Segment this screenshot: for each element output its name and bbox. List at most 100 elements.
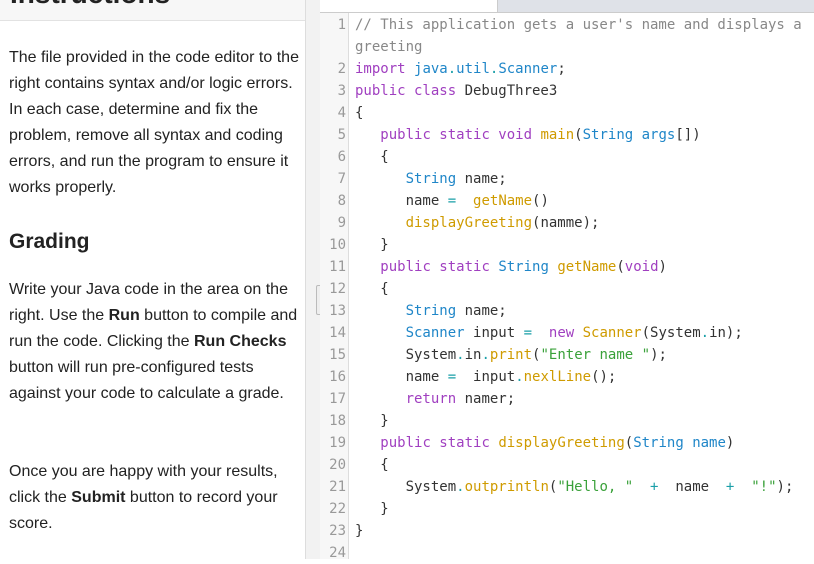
editor-tab[interactable]	[320, 0, 498, 12]
code-line[interactable]: 23}	[320, 520, 814, 542]
grading-title: Grading	[9, 230, 90, 253]
line-number: 11	[329, 259, 346, 275]
code-token: ()	[532, 193, 549, 209]
code-line[interactable]: 15 System.in.print("Enter name ");	[320, 344, 814, 366]
line-number: 20	[329, 457, 346, 473]
code-text: displayGreeting(namme);	[348, 212, 805, 234]
instructions-header: Instructions	[0, 0, 305, 21]
code-line[interactable]: 22 }	[320, 498, 814, 520]
code-line[interactable]: 7 String name;	[320, 168, 814, 190]
line-number: 2	[337, 61, 346, 77]
code-line[interactable]: 20 {	[320, 454, 814, 476]
code-text: // This application gets a user's name a…	[348, 14, 805, 58]
code-token: "!"	[751, 479, 777, 495]
code-token: }	[355, 501, 389, 517]
code-token: main	[540, 127, 575, 143]
code-token: String	[582, 127, 642, 143]
code-line[interactable]: 1// This application gets a user's name …	[320, 14, 814, 58]
code-token: (namme);	[532, 215, 600, 231]
code-text: name = input.nexlLine();	[348, 366, 805, 388]
code-token: name;	[464, 303, 507, 319]
code-line[interactable]: 6 {	[320, 146, 814, 168]
code-token: getName	[557, 259, 617, 275]
code-line[interactable]: 17 return namer;	[320, 388, 814, 410]
code-line[interactable]: 12 {	[320, 278, 814, 300]
code-text: String name;	[348, 168, 805, 190]
code-line[interactable]: 14 Scanner input = new Scanner(System.in…	[320, 322, 814, 344]
code-line[interactable]: 4{	[320, 102, 814, 124]
code-token: }	[355, 413, 389, 429]
code-token: String	[498, 259, 558, 275]
line-number: 19	[329, 435, 346, 451]
code-token: "Hello, "	[557, 479, 634, 495]
code-token: .	[447, 61, 457, 77]
code-line[interactable]: 3 public class DebugThree3	[320, 80, 814, 102]
code-line[interactable]: 10 }	[320, 234, 814, 256]
code-token: {	[355, 281, 389, 297]
code-token: {	[355, 149, 389, 165]
code-line[interactable]: 24	[320, 542, 814, 564]
line-number: 18	[329, 413, 346, 429]
code-token: .	[456, 479, 465, 495]
code-token: public static	[380, 259, 499, 275]
line-number: 3	[337, 83, 346, 99]
code-token: }	[355, 523, 364, 539]
code-token: .	[456, 347, 465, 363]
code-token: in	[464, 347, 482, 363]
code-text: System.in.print("Enter name ");	[348, 344, 805, 366]
code-token: name	[692, 435, 726, 451]
code-token: (	[624, 435, 634, 451]
code-line[interactable]: 5 public static void main(String args[])	[320, 124, 814, 146]
line-number: 12	[329, 281, 346, 297]
code-text: }	[348, 410, 805, 432]
code-line[interactable]: 19 public static displayGreeting(String …	[320, 432, 814, 454]
line-number: 21	[329, 479, 346, 495]
code-token: outprintln	[464, 479, 549, 495]
editor-tab-bar	[320, 0, 814, 13]
code-token: =	[447, 193, 457, 209]
line-number: 24	[329, 545, 346, 561]
code-line[interactable]: 9 displayGreeting(namme);	[320, 212, 814, 234]
submit-label: Submit	[71, 489, 126, 506]
code-text: {	[348, 146, 805, 168]
code-token: =	[523, 325, 533, 341]
code-line[interactable]: 2 import java.util.Scanner;	[320, 58, 814, 80]
code-token: Scanner	[498, 61, 558, 77]
code-token: );	[650, 347, 667, 363]
code-text: {	[348, 278, 805, 300]
code-editor[interactable]: 1// This application gets a user's name …	[320, 13, 814, 561]
code-text: public static String getName(void)	[348, 256, 805, 278]
code-text: public static displayGreeting(String nam…	[348, 432, 805, 454]
code-line[interactable]: 11 public static String getName(void)	[320, 256, 814, 278]
code-token: String	[405, 303, 465, 319]
code-token: ;	[557, 61, 575, 77]
run-checks-label: Run Checks	[194, 333, 287, 350]
code-text: }	[348, 520, 805, 542]
submit-text: Once you are happy with your results, cl…	[9, 459, 299, 537]
panel-splitter[interactable]	[306, 0, 320, 559]
code-token: in);	[709, 325, 743, 341]
line-number: 9	[337, 215, 346, 231]
code-token: public static	[380, 435, 499, 451]
grading-text: Write your Java code in the area on the …	[9, 277, 299, 407]
line-number: 1	[337, 17, 346, 33]
code-token: Scanner	[405, 325, 474, 341]
code-token: public static void	[380, 127, 541, 143]
code-line[interactable]: 13 String name;	[320, 300, 814, 322]
code-line[interactable]: 21 System.outprintln("Hello, " + name + …	[320, 476, 814, 498]
code-line[interactable]: 16 name = input.nexlLine();	[320, 366, 814, 388]
line-number: 5	[337, 127, 346, 143]
code-line[interactable]: 8 name = getName()	[320, 190, 814, 212]
code-text: String name;	[348, 300, 805, 322]
code-line[interactable]: 18 }	[320, 410, 814, 432]
intro-text: The file provided in the code editor to …	[9, 49, 299, 196]
code-token: .	[515, 369, 524, 385]
